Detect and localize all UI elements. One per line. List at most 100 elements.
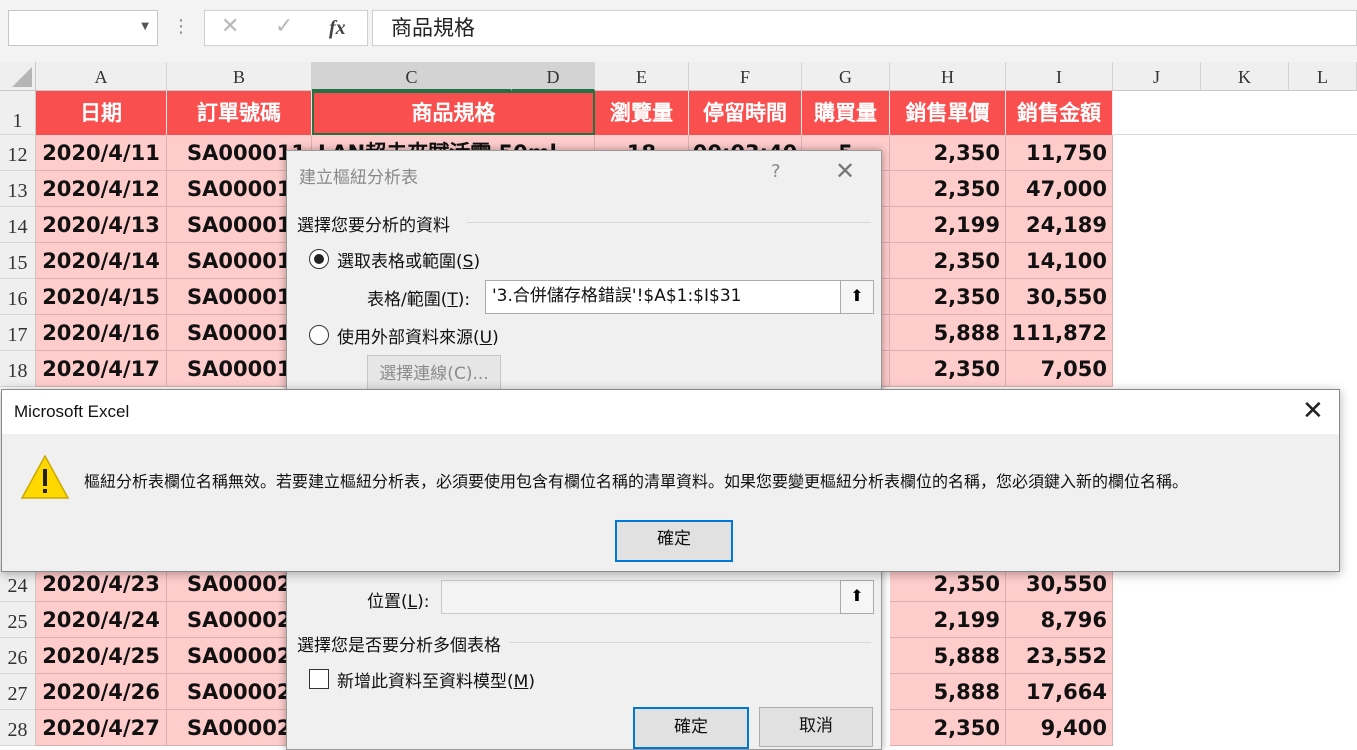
more-options-icon[interactable]: ⋮	[172, 16, 190, 37]
row-header-18[interactable]: 18	[0, 351, 36, 387]
gridline	[1113, 134, 1357, 135]
select-all-corner[interactable]	[0, 62, 36, 91]
header-cell[interactable]: 商品規格	[312, 91, 595, 135]
column-header-B[interactable]: B	[167, 62, 312, 91]
table-cell-price[interactable]: 5,888	[890, 315, 1006, 351]
table-cell-amount[interactable]: 14,100	[1006, 243, 1113, 279]
table-cell-price[interactable]: 2,350	[890, 710, 1006, 746]
table-cell-price[interactable]: 2,350	[890, 171, 1006, 207]
table-cell-date[interactable]: 2020/4/25	[36, 638, 167, 674]
table-range-input[interactable]: '3.合併儲存格錯誤'!$A$1:$I$31	[485, 280, 849, 314]
row-header-16[interactable]: 16	[0, 279, 36, 315]
ok-button[interactable]: 確定	[633, 707, 749, 749]
table-cell-price[interactable]: 2,350	[890, 351, 1006, 387]
table-cell-amount[interactable]: 9,400	[1006, 710, 1113, 746]
table-cell-date[interactable]: 2020/4/11	[36, 135, 167, 171]
help-button[interactable]: ?	[771, 161, 781, 182]
insert-function-icon[interactable]: fx	[329, 17, 346, 40]
warning-icon	[20, 454, 70, 499]
column-header-G[interactable]: G	[802, 62, 890, 91]
row-header-28[interactable]: 28	[0, 710, 36, 746]
location-input[interactable]	[441, 580, 845, 614]
table-cell-price[interactable]: 2,199	[890, 207, 1006, 243]
cancel-button[interactable]: 取消	[759, 707, 873, 747]
table-cell-amount[interactable]: 17,664	[1006, 674, 1113, 710]
row-header-14[interactable]: 14	[0, 207, 36, 243]
header-cell[interactable]: 購買量	[802, 91, 890, 135]
row-header-12[interactable]: 12	[0, 135, 36, 171]
table-cell-price[interactable]: 5,888	[890, 674, 1006, 710]
close-icon[interactable]: ✕	[835, 157, 855, 185]
column-header-C[interactable]: C	[312, 62, 512, 91]
row-header-26[interactable]: 26	[0, 638, 36, 674]
row-header-27[interactable]: 27	[0, 674, 36, 710]
header-cell[interactable]: 日期	[36, 91, 167, 135]
row-header-25[interactable]: 25	[0, 602, 36, 638]
message-box-titlebar: Microsoft Excel ✕	[2, 390, 1339, 434]
table-cell-date[interactable]: 2020/4/13	[36, 207, 167, 243]
close-icon[interactable]: ✕	[1302, 396, 1324, 426]
table-cell-date[interactable]: 2020/4/12	[36, 171, 167, 207]
radio-external-source[interactable]	[309, 325, 329, 345]
formula-input[interactable]: 商品規格	[372, 10, 1357, 46]
row-header-15[interactable]: 15	[0, 243, 36, 279]
column-header-F[interactable]: F	[689, 62, 802, 91]
table-cell-date[interactable]: 2020/4/15	[36, 279, 167, 315]
column-header-E[interactable]: E	[595, 62, 689, 91]
column-header-L[interactable]: L	[1289, 62, 1357, 91]
table-cell-price[interactable]: 5,888	[890, 638, 1006, 674]
table-cell-date[interactable]: 2020/4/27	[36, 710, 167, 746]
error-message-text: 樞紐分析表欄位名稱無效。若要建立樞紐分析表，必須要使用包含有欄位名稱的清單資料。…	[84, 472, 1189, 491]
table-cell-amount[interactable]: 23,552	[1006, 638, 1113, 674]
table-cell-date[interactable]: 2020/4/14	[36, 243, 167, 279]
table-cell-amount[interactable]: 24,189	[1006, 207, 1113, 243]
table-cell-amount[interactable]: 111,872	[1006, 315, 1113, 351]
message-box-title: Microsoft Excel	[14, 402, 130, 421]
table-cell-price[interactable]: 2,350	[890, 135, 1006, 171]
add-to-data-model-checkbox[interactable]	[309, 669, 329, 689]
table-cell-amount[interactable]: 8,796	[1006, 602, 1113, 638]
column-header-A[interactable]: A	[36, 62, 167, 91]
header-cell[interactable]: 停留時間	[689, 91, 802, 135]
column-header-H[interactable]: H	[890, 62, 1006, 91]
radio-external-source-label[interactable]: 使用外部資料來源(U)	[337, 323, 499, 348]
table-cell-amount[interactable]: 11,750	[1006, 135, 1113, 171]
ok-button[interactable]: 確定	[615, 520, 733, 562]
row-header-13[interactable]: 13	[0, 171, 36, 207]
collapse-dialog-icon[interactable]: ⬆	[840, 580, 874, 614]
column-header-D[interactable]: D	[512, 62, 595, 91]
header-cell[interactable]: 銷售單價	[890, 91, 1006, 135]
row-header-17[interactable]: 17	[0, 315, 36, 351]
table-cell-date[interactable]: 2020/4/24	[36, 602, 167, 638]
table-cell-date[interactable]: 2020/4/17	[36, 351, 167, 387]
header-cell[interactable]: 訂單號碼	[167, 91, 312, 135]
table-cell-price[interactable]: 2,350	[890, 279, 1006, 315]
enter-icon[interactable]: ✓	[275, 14, 293, 39]
section-heading-data: 選擇您要分析的資料	[297, 216, 450, 236]
chevron-down-icon[interactable]: ▼	[141, 21, 149, 32]
table-cell-price[interactable]: 2,199	[890, 602, 1006, 638]
table-cell-date[interactable]: 2020/4/26	[36, 674, 167, 710]
formula-buttons: ✕ ✓ fx	[204, 10, 368, 46]
cancel-icon[interactable]: ✕	[221, 14, 239, 39]
collapse-dialog-icon[interactable]: ⬆	[840, 280, 874, 314]
formula-bar: ▼ ⋮ ✕ ✓ fx 商品規格	[0, 0, 1357, 62]
table-cell-amount[interactable]: 7,050	[1006, 351, 1113, 387]
table-cell-date[interactable]: 2020/4/16	[36, 315, 167, 351]
column-header-J[interactable]: J	[1113, 62, 1201, 91]
column-header-K[interactable]: K	[1201, 62, 1289, 91]
row-header-1[interactable]: 1	[0, 91, 36, 135]
location-label: 位置(L):	[367, 592, 430, 612]
error-message-box: Microsoft Excel ✕ 樞紐分析表欄位名稱無效。若要建立樞紐分析表，…	[1, 389, 1340, 572]
column-header-I[interactable]: I	[1006, 62, 1113, 91]
table-cell-amount[interactable]: 47,000	[1006, 171, 1113, 207]
table-cell-amount[interactable]: 30,550	[1006, 279, 1113, 315]
name-box[interactable]: ▼	[8, 10, 158, 46]
section-heading-multi: 選擇您是否要分析多個表格	[297, 636, 501, 656]
table-cell-price[interactable]: 2,350	[890, 243, 1006, 279]
add-to-data-model-label[interactable]: 新增此資料至資料模型(M)	[337, 667, 535, 692]
radio-select-range[interactable]	[309, 249, 329, 269]
header-cell[interactable]: 瀏覽量	[595, 91, 689, 135]
radio-select-range-label[interactable]: 選取表格或範圍(S)	[337, 247, 480, 272]
header-cell[interactable]: 銷售金額	[1006, 91, 1113, 135]
